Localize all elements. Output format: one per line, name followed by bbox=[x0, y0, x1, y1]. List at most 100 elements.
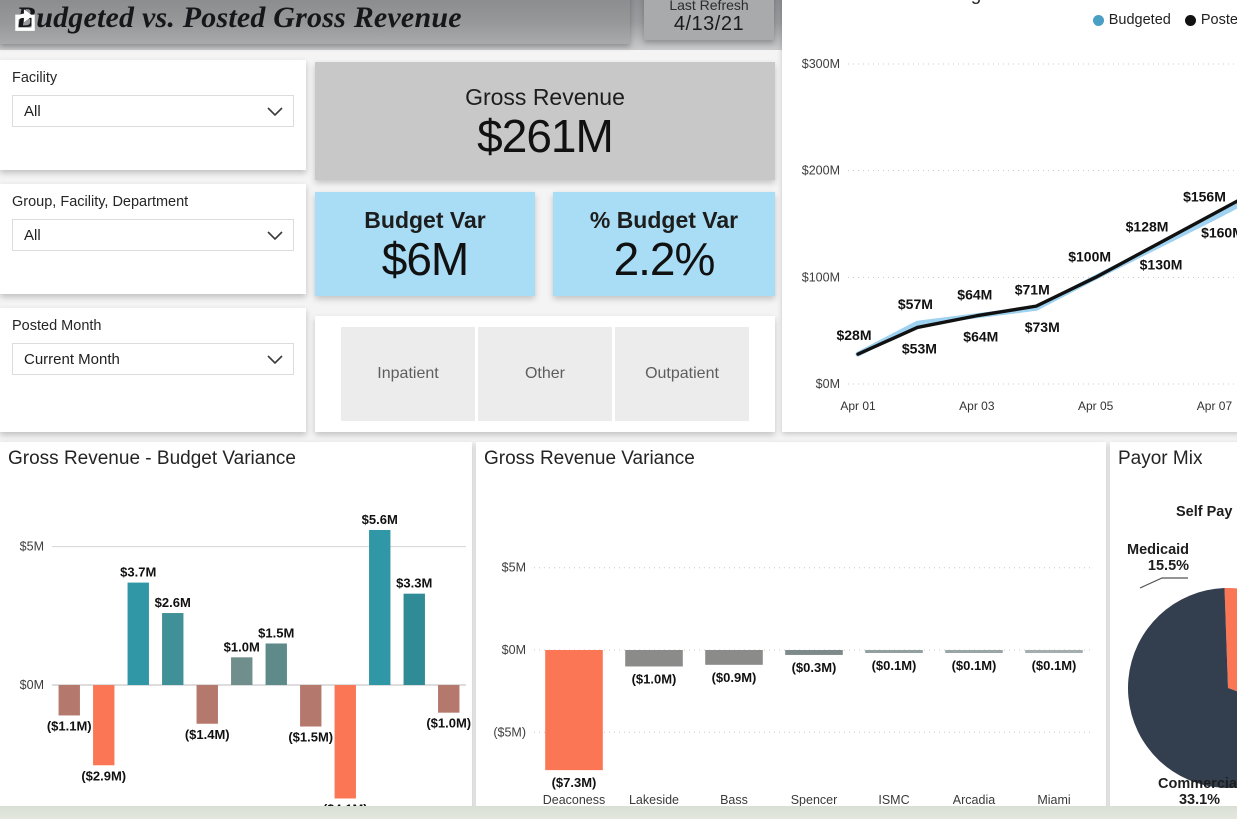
line-xtick: Apr 01 bbox=[840, 399, 876, 413]
gv-xtick: Bass bbox=[720, 793, 748, 807]
bv-bar[interactable] bbox=[334, 685, 356, 799]
legend-label-posted: Posted bbox=[1200, 12, 1237, 28]
kpi-gross-revenue[interactable]: Gross Revenue $261M bbox=[315, 62, 775, 180]
line-point-label: $64M bbox=[963, 329, 998, 345]
gv-xtick: Deaconess bbox=[543, 793, 606, 807]
chevron-down-icon bbox=[267, 354, 283, 364]
kpi-percent-budget-var-value: 2.2% bbox=[613, 232, 716, 285]
legend-label-budgeted: Budgeted bbox=[1108, 12, 1171, 28]
bv-bar[interactable] bbox=[58, 685, 80, 716]
chart-gross-revenue-variance: Gross Revenue Variance $5M $0M ($5M) ($7.3M… bbox=[476, 442, 1106, 819]
pie-label-commercial-name: Commercial bbox=[1158, 776, 1237, 792]
filter-group-facility-department-select[interactable]: All bbox=[12, 219, 294, 251]
filter-group-facility-department: Group, Facility, Department All bbox=[0, 184, 306, 294]
chart-budgeted-vs-posted: Gross Revenue - Budgeted vs. Posted Budg… bbox=[782, 0, 1237, 432]
bv-bar-label: ($2.9M) bbox=[81, 768, 126, 783]
legend-dot-posted bbox=[1184, 14, 1196, 26]
filter-posted-month-value: Current Month bbox=[24, 350, 120, 368]
kpi-budget-var-title: Budget Var bbox=[364, 206, 486, 233]
filter-group-facility-department-label: Group, Facility, Department bbox=[12, 194, 189, 210]
pie-label-self-pay: Self Pay bbox=[1176, 504, 1233, 520]
chart-payor-mix-title: Payor Mix bbox=[1118, 448, 1203, 469]
share-export-icon[interactable] bbox=[12, 6, 38, 32]
payor-mix-canvas[interactable] bbox=[1110, 470, 1237, 819]
kpi-percent-budget-var[interactable]: % Budget Var 2.2% bbox=[553, 192, 775, 296]
bv-bar[interactable] bbox=[93, 685, 115, 766]
gv-bar[interactable] bbox=[705, 650, 763, 665]
line-ytick: $300M bbox=[802, 57, 840, 71]
tile-other[interactable]: Other bbox=[478, 327, 612, 421]
filter-posted-month: Posted Month Current Month bbox=[0, 308, 306, 432]
chart-legend: Budgeted Posted bbox=[1092, 12, 1237, 28]
bv-bar-label: ($1.1M) bbox=[47, 718, 92, 733]
gross-revenue-variance-canvas[interactable]: $5M $0M ($5M) ($7.3M) ($1.0M) ($0.9M) ($0.3M) (… bbox=[476, 470, 1106, 819]
bv-bar[interactable] bbox=[403, 593, 425, 685]
kpi-budget-var[interactable]: Budget Var $6M bbox=[315, 192, 535, 296]
chart-budgeted-vs-posted-title: Gross Revenue - Budgeted vs. Posted bbox=[788, 0, 1112, 6]
bv-bar[interactable] bbox=[196, 685, 218, 724]
bv-bar-label: ($1.0M) bbox=[426, 716, 471, 731]
gv-xtick: Lakeside bbox=[629, 793, 679, 807]
gv-bar-label: ($0.1M) bbox=[872, 658, 917, 673]
pie-label-medicaid-name: Medicaid bbox=[1127, 542, 1190, 558]
gv-bar-label: ($0.1M) bbox=[1032, 658, 1077, 673]
line-xtick: Apr 03 bbox=[959, 399, 995, 413]
bv-bar[interactable] bbox=[162, 613, 184, 685]
pie-label-commercial: Commercial 33.1% bbox=[1158, 776, 1237, 808]
bv-bar[interactable] bbox=[265, 643, 287, 685]
gv-bar-label: ($0.3M) bbox=[792, 660, 837, 675]
pie-label-medicaid-pct: 15.5% bbox=[1147, 558, 1190, 574]
gv-bar[interactable] bbox=[945, 650, 1003, 653]
gv-bar[interactable] bbox=[545, 650, 603, 771]
filter-posted-month-select[interactable]: Current Month bbox=[12, 343, 294, 375]
pie-slice-commercial[interactable] bbox=[1128, 588, 1237, 788]
line-point-label: $28M bbox=[836, 327, 871, 343]
bv-bar-label: $1.0M bbox=[224, 639, 260, 654]
filter-facility-label: Facility bbox=[12, 70, 58, 86]
bv-bar-label: $2.6M bbox=[155, 595, 191, 610]
bv-bar[interactable] bbox=[369, 530, 391, 685]
gv-bar-label: ($0.9M) bbox=[712, 670, 757, 685]
gv-bar[interactable] bbox=[1025, 650, 1083, 653]
chart-budget-variance-title: Gross Revenue - Budget Variance bbox=[8, 448, 296, 469]
line-point-label: $71M bbox=[1015, 281, 1050, 297]
bv-bar-label: ($1.4M) bbox=[185, 727, 230, 742]
gv-ytick: $0M bbox=[502, 643, 526, 657]
gv-bar[interactable] bbox=[625, 650, 683, 667]
gv-xtick: Spencer bbox=[791, 793, 838, 807]
line-ytick: $100M bbox=[802, 270, 840, 284]
gv-bar[interactable] bbox=[865, 650, 923, 653]
line-point-label: $156M bbox=[1183, 189, 1226, 205]
gv-bar-label: ($1.0M) bbox=[632, 671, 677, 686]
bv-bar[interactable] bbox=[300, 685, 322, 727]
gv-ytick: $5M bbox=[502, 561, 526, 575]
line-point-label: $73M bbox=[1025, 319, 1060, 335]
bv-bar-label: $5.6M bbox=[362, 512, 398, 527]
legend-item-posted[interactable]: Posted bbox=[1184, 12, 1237, 28]
line-chart-canvas[interactable]: $0M $100M $200M $300M $28M $57M $64M $71M $100M $… bbox=[782, 0, 1237, 432]
line-ytick: $200M bbox=[802, 164, 840, 178]
line-point-label: $53M bbox=[902, 340, 937, 356]
line-xtick: Apr 07 bbox=[1197, 399, 1233, 413]
legend-item-budgeted[interactable]: Budgeted bbox=[1092, 12, 1171, 28]
budget-variance-canvas[interactable]: $5M$0M($5M)($1.1M)($2.9M)$3.7M$2.6M($1.4… bbox=[0, 470, 472, 819]
bv-bar-label: ($1.5M) bbox=[288, 730, 333, 745]
line-point-label: $100M bbox=[1068, 248, 1111, 264]
gv-xtick: Arcadia bbox=[953, 793, 995, 807]
bv-bar[interactable] bbox=[127, 582, 149, 685]
bv-bar[interactable] bbox=[438, 685, 460, 713]
bv-bar[interactable] bbox=[231, 657, 253, 685]
tile-inpatient[interactable]: Inpatient bbox=[341, 327, 475, 421]
bv-ytick: $5M bbox=[20, 540, 44, 554]
gv-bar-label: ($7.3M) bbox=[552, 775, 597, 790]
bottom-strip bbox=[0, 806, 1237, 819]
line-ytick: $0M bbox=[816, 377, 840, 391]
last-refresh-label: Last Refresh bbox=[669, 0, 749, 13]
kpi-budget-var-value: $6M bbox=[381, 232, 469, 285]
gv-bar[interactable] bbox=[785, 650, 843, 655]
filter-facility-select[interactable]: All bbox=[12, 95, 294, 127]
tile-outpatient[interactable]: Outpatient bbox=[615, 327, 749, 421]
pie-label-medicaid: Medicaid 15.5% bbox=[1127, 542, 1189, 574]
gv-ytick: ($5M) bbox=[493, 725, 526, 739]
line-point-label: $64M bbox=[957, 287, 992, 303]
